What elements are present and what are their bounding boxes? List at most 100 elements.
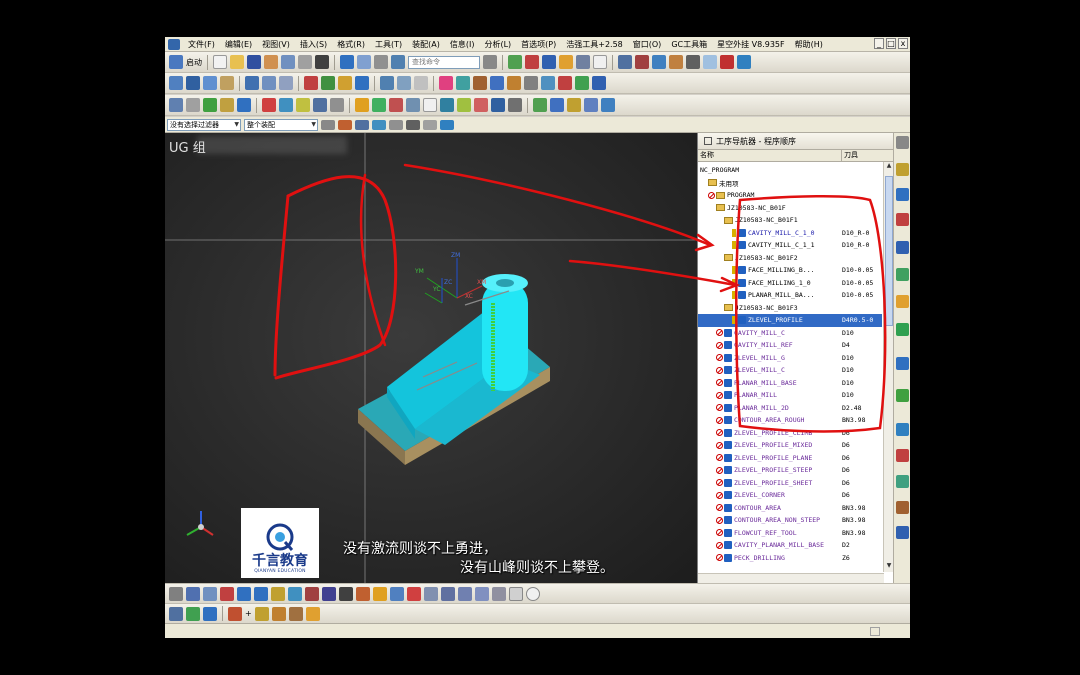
operation-row[interactable]: ZLEVEL_MILL_C D10	[698, 364, 882, 377]
rectangle-icon[interactable]	[509, 586, 523, 601]
transform-icon[interactable]	[228, 606, 242, 621]
revolve-icon[interactable]	[203, 76, 217, 90]
visible-layers-icon[interactable]	[203, 606, 217, 621]
snap-end-icon[interactable]	[355, 119, 369, 130]
operation-row[interactable]: PLANAR_MILL_BA... D10-0.05	[698, 289, 882, 302]
paste-icon[interactable]	[298, 55, 312, 69]
reuse-library-icon[interactable]	[896, 241, 909, 254]
program-group-row[interactable]: PROGRAM	[698, 189, 882, 202]
menu-window[interactable]: 窗口(O)	[628, 39, 667, 50]
operation-row[interactable]: ZLEVEL_CORNER D6	[698, 489, 882, 502]
operation-row[interactable]: ZLEVEL_PROFILE_PLANE D6	[698, 452, 882, 465]
open-folder-icon[interactable]	[230, 55, 244, 69]
edge-blend-icon[interactable]	[304, 76, 318, 90]
operation-row[interactable]: CAVITY_MILL_REF D4	[698, 339, 882, 352]
feed-rate-icon[interactable]	[355, 98, 369, 112]
surface-icon[interactable]	[456, 76, 470, 90]
operation-row[interactable]: ZLEVEL_PROFILE_CLIMB D6	[698, 427, 882, 440]
menu-view[interactable]: 视图(V)	[257, 39, 295, 50]
graphics-window[interactable]: UG 组 ZM YM XM ZC YC XC 千言教育 QIANYAN EDUC…	[165, 133, 697, 583]
operation-row[interactable]: ZLEVEL_PROFILE_STEEP D6	[698, 464, 882, 477]
wcs-origin-icon[interactable]	[254, 606, 269, 621]
render-style-icon[interactable]	[559, 55, 573, 69]
circle-icon[interactable]	[526, 586, 540, 601]
menu-edit[interactable]: 编辑(E)	[220, 39, 257, 50]
assembly-navigator-icon[interactable]	[896, 163, 909, 176]
menu-preferences[interactable]: 首选项(P)	[516, 39, 561, 50]
undo-icon[interactable]	[340, 55, 354, 69]
snap-icon[interactable]	[525, 55, 539, 69]
analysis-icon[interactable]	[635, 55, 649, 69]
touch-mode-icon[interactable]	[374, 55, 388, 69]
extrude-icon[interactable]	[186, 76, 200, 90]
new-file-icon[interactable]	[213, 55, 227, 69]
column-tool-header[interactable]: 刀具	[842, 150, 893, 161]
menu-assembly[interactable]: 装配(A)	[407, 39, 445, 50]
operation-row[interactable]: FACE_MILLING_B... D10-0.05	[698, 264, 882, 277]
create-geometry-icon[interactable]	[203, 98, 217, 112]
rotate-wcs-icon[interactable]	[288, 606, 303, 621]
start-icon[interactable]	[169, 55, 183, 69]
trim-body-icon[interactable]	[338, 76, 352, 90]
operation-row[interactable]: CONTOUR_AREA_NON_STEEP BN3.98	[698, 514, 882, 527]
iso-view-icon[interactable]	[441, 586, 455, 601]
pin-icon[interactable]	[704, 137, 712, 145]
window-icon[interactable]	[391, 55, 405, 69]
layer-settings-icon[interactable]	[186, 606, 200, 621]
snap-quadrant-icon[interactable]	[406, 119, 420, 130]
hole-icon[interactable]	[220, 76, 234, 90]
menu-help[interactable]: 帮助(H)	[790, 39, 828, 50]
settings-icon[interactable]	[896, 136, 909, 149]
operation-row[interactable]: FACE_MILLING_1_0 D10-0.05	[698, 277, 882, 290]
program-group-row[interactable]: JZ10583-NC_B01F1	[698, 214, 882, 227]
postprocess-icon[interactable]	[313, 98, 327, 112]
operation-row[interactable]: CAVITY_MILL_C_1_1 D10_R-0	[698, 239, 882, 252]
perspective-icon[interactable]	[271, 586, 285, 601]
hidden-wire-icon[interactable]	[407, 586, 421, 601]
menu-haoqiang-tools[interactable]: 浩强工具+2.58	[561, 39, 628, 50]
edit-section-icon[interactable]	[305, 586, 319, 601]
menu-analysis[interactable]: 分析(L)	[479, 39, 516, 50]
simulation-icon[interactable]	[372, 98, 386, 112]
monitor-icon[interactable]	[491, 98, 505, 112]
orient-icon[interactable]	[652, 55, 666, 69]
top-view-icon[interactable]	[458, 586, 472, 601]
datum-plane-icon[interactable]	[380, 76, 394, 90]
studio-icon[interactable]	[356, 586, 370, 601]
check-icon[interactable]	[533, 98, 547, 112]
operation-row[interactable]: FLOWCUT_REF_TOOL BN3.98	[698, 527, 882, 540]
unite-icon[interactable]	[245, 76, 259, 90]
next-view-icon[interactable]	[254, 586, 268, 601]
replay-path-icon[interactable]	[279, 98, 293, 112]
replace-face-icon[interactable]	[558, 76, 572, 90]
curve-icon[interactable]	[439, 76, 453, 90]
search-icon[interactable]	[483, 55, 497, 69]
menu-gc-toolkit[interactable]: GC工具箱	[666, 39, 712, 50]
system-materials-icon[interactable]	[896, 357, 909, 370]
layout-icon[interactable]	[169, 606, 183, 621]
program-group-row[interactable]: 未用项	[698, 177, 882, 190]
edit-object-icon[interactable]	[406, 98, 420, 112]
scroll-thumb[interactable]	[885, 176, 893, 326]
program-group-row[interactable]: NC_PROGRAM	[698, 164, 882, 177]
cut-icon[interactable]	[264, 55, 278, 69]
zoom-icon[interactable]	[186, 586, 200, 601]
horizontal-scrollbar[interactable]	[698, 573, 884, 583]
wcs-icon[interactable]	[720, 55, 734, 69]
operation-row[interactable]: CAVITY_MILL_C_1_0 D10_R-0	[698, 227, 882, 240]
operation-row[interactable]: ZLEVEL_PROFILE D4R0.5-0	[698, 314, 882, 327]
mirror-icon[interactable]	[507, 76, 521, 90]
operation-row[interactable]: PECK_DRILLING Z6	[698, 552, 882, 565]
sim-navigator-icon[interactable]	[896, 475, 909, 488]
feature-navigator-icon[interactable]	[896, 526, 909, 539]
measure-icon[interactable]	[618, 55, 632, 69]
datum-axis-icon[interactable]	[397, 76, 411, 90]
scope-dropdown[interactable]: 整个装配	[244, 118, 318, 131]
create-tool-icon[interactable]	[186, 98, 200, 112]
delete-icon[interactable]	[315, 55, 329, 69]
history-icon[interactable]	[896, 323, 909, 336]
info-icon[interactable]	[584, 98, 598, 112]
operation-row[interactable]: PLANAR_MILL D10	[698, 389, 882, 402]
verify-path-icon[interactable]	[296, 98, 310, 112]
web-browser-icon[interactable]	[896, 295, 909, 308]
